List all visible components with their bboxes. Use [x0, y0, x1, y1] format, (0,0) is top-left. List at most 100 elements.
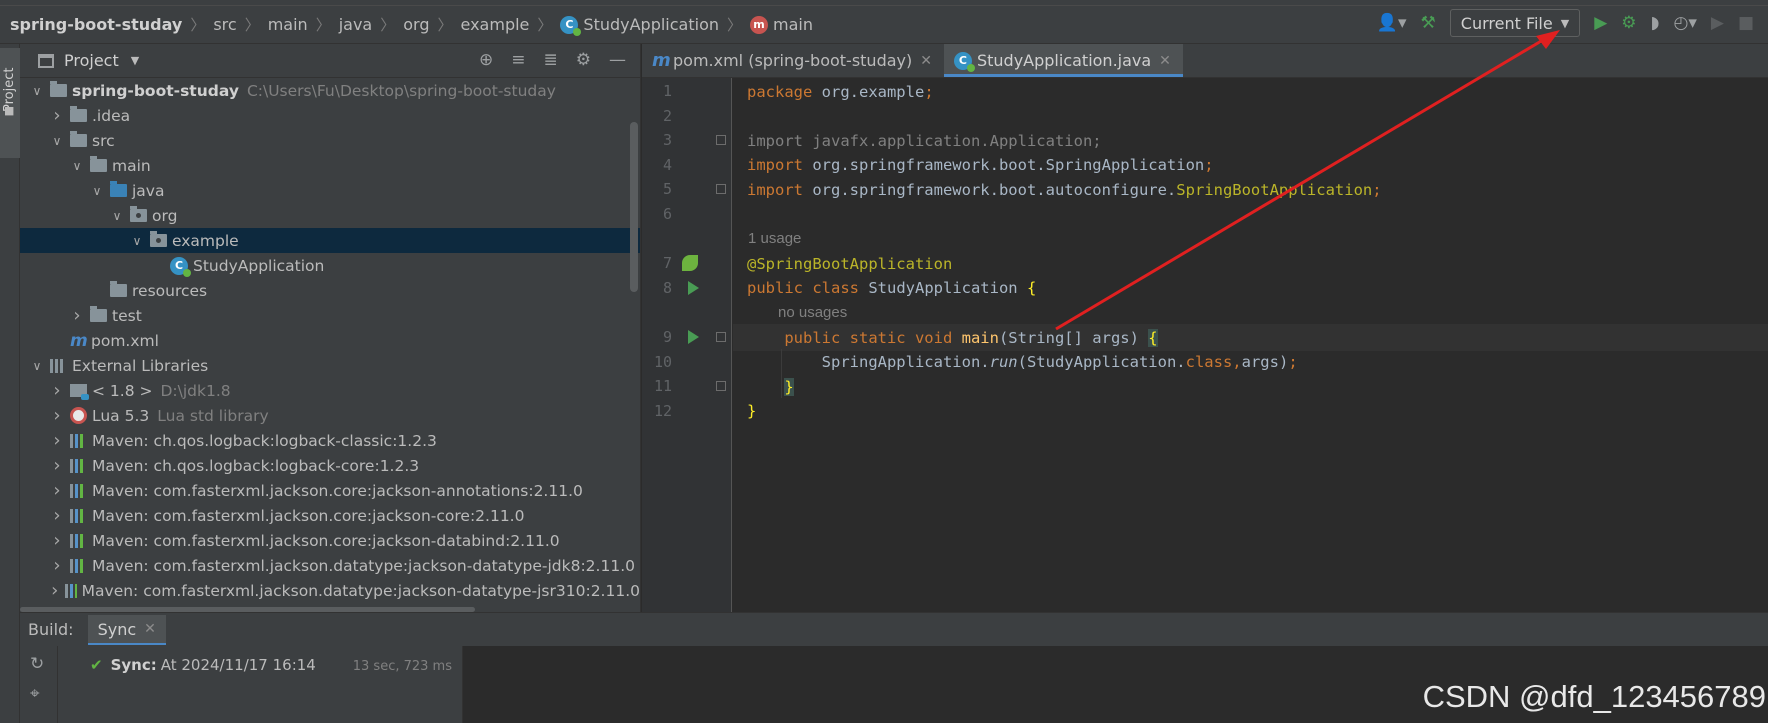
tree-item[interactable]: › Maven: ch.qos.logback:logback-core:1.2.…	[20, 453, 640, 478]
close-icon[interactable]: ✕	[1159, 53, 1171, 69]
stop-icon[interactable]: ■	[1738, 13, 1754, 33]
run-gutter-icon[interactable]	[688, 280, 699, 295]
chevron-right-icon[interactable]: ›	[50, 505, 64, 526]
breadcrumb-item[interactable]: java	[339, 15, 373, 34]
tree-item[interactable]: C StudyApplication	[20, 253, 640, 278]
chevron-down-icon[interactable]: ∨	[50, 134, 64, 148]
code-line[interactable]: SpringApplication. run (StudyApplication. c…	[747, 349, 1298, 376]
editor-tab[interactable]: m pom.xml (spring-boot-studay) ✕	[642, 44, 944, 77]
settings-icon[interactable]: ⚙	[576, 50, 591, 70]
code-line[interactable]: import org.springframework.boot.autoconf…	[747, 176, 1382, 203]
project-panel-title[interactable]: Project	[64, 51, 119, 70]
breadcrumb-item[interactable]: spring-boot-studay	[10, 15, 182, 34]
chevron-down-icon[interactable]: ∨	[130, 234, 144, 248]
chevron-right-icon[interactable]: ›	[50, 555, 64, 576]
expand-all-icon[interactable]: ≡	[511, 50, 525, 70]
fold-marker-icon[interactable]	[716, 332, 726, 342]
tree-item[interactable]: resources	[20, 278, 640, 303]
code-line[interactable]: import javafx.application.Application;	[747, 127, 1102, 154]
tree-item[interactable]: ∨ main	[20, 153, 640, 178]
library-icon	[50, 358, 67, 373]
chevron-down-icon[interactable]: ∨	[90, 184, 104, 198]
project-stripe-tab[interactable]: Project	[0, 48, 20, 158]
debug-icon[interactable]: ⚙	[1621, 13, 1636, 33]
chevron-right-icon[interactable]: ›	[50, 105, 64, 126]
code-line[interactable]: public class StudyApplication {	[747, 275, 1036, 302]
chevron-right-icon[interactable]: ›	[50, 455, 64, 476]
chevron-right-icon[interactable]: ›	[50, 480, 64, 501]
locate-icon[interactable]: ⊕	[479, 50, 493, 70]
breadcrumb-item[interactable]: org	[403, 15, 429, 34]
code-line[interactable]: import org.springframework.boot.SpringAp…	[747, 152, 1214, 179]
collapse-all-icon[interactable]: ≣	[544, 50, 558, 70]
close-icon[interactable]: ✕	[920, 53, 932, 69]
code-line[interactable]: package org.example;	[747, 78, 934, 105]
chevron-right-icon[interactable]: ›	[50, 380, 64, 401]
fold-marker-icon[interactable]	[716, 135, 726, 146]
run-icon[interactable]: ▶	[1594, 13, 1607, 33]
tree-item[interactable]: m pom.xml	[20, 328, 640, 353]
run-gutter-icon[interactable]	[688, 330, 699, 344]
tree-item[interactable]: ∨ example	[20, 228, 640, 253]
build-hammer-icon[interactable]: ⚒	[1421, 13, 1436, 33]
chevron-right-icon[interactable]: ›	[50, 405, 64, 426]
close-icon[interactable]: ✕	[144, 621, 156, 637]
code-line[interactable]: @SpringBootApplication	[747, 250, 952, 277]
tree-item[interactable]: › Lua 5.3 Lua std library	[20, 403, 640, 428]
tree-item[interactable]: › Maven: com.fasterxml.jackson.datatype:j…	[20, 553, 640, 578]
pin-icon[interactable]: ⌖	[30, 684, 40, 704]
chevron-down-icon[interactable]: ∨	[30, 84, 44, 98]
breadcrumb-item[interactable]: main	[268, 15, 308, 34]
chevron-right-icon[interactable]: ›	[50, 580, 59, 601]
maven-library-icon	[70, 483, 87, 498]
code-line[interactable]: }	[747, 373, 794, 400]
chevron-right-icon[interactable]: ›	[70, 305, 84, 326]
user-icon[interactable]: 👤▾	[1377, 13, 1407, 33]
tree-item[interactable]: ∨ java	[20, 178, 640, 203]
tree-item[interactable]: ∨ External Libraries	[20, 353, 640, 378]
hide-icon[interactable]: —	[609, 50, 626, 70]
tree-item[interactable]: › < 1.8 > D:\jdk1.8	[20, 378, 640, 403]
breadcrumb-item[interactable]: example	[461, 15, 530, 34]
refresh-icon[interactable]: ↻	[30, 654, 44, 674]
tree-item[interactable]: › test	[20, 303, 640, 328]
tree-item[interactable]: › Maven: ch.qos.logback:logback-classic:1…	[20, 428, 640, 453]
chevron-down-icon[interactable]: ▼	[131, 54, 139, 67]
breadcrumb-item[interactable]: C StudyApplication	[560, 15, 719, 36]
tree-item-path: Lua std library	[157, 406, 269, 425]
sync-result-row[interactable]: ✔ Sync: At 2024/11/17 16:14	[90, 656, 316, 674]
coverage-icon[interactable]: ◗	[1651, 13, 1660, 33]
fold-marker-icon[interactable]	[716, 381, 726, 392]
tree-item[interactable]: › Maven: com.fasterxml.jackson.core:jacks…	[20, 503, 640, 528]
build-toolbar: ↻ ⌖	[20, 646, 58, 723]
code-line[interactable]: }	[747, 398, 756, 425]
code-token: package	[747, 82, 822, 101]
tree-item[interactable]: ∨ src	[20, 128, 640, 153]
editor-tab[interactable]: C StudyApplication.java ✕	[943, 44, 1183, 77]
tree-item[interactable]: › Maven: com.fasterxml.jackson.core:jacks…	[20, 528, 640, 553]
tree-item[interactable]: › Maven: com.fasterxml.jackson.datatype:j…	[20, 578, 640, 603]
fold-marker-icon[interactable]	[716, 184, 726, 195]
usage-hint[interactable]: 1 usage	[748, 227, 801, 251]
tree-item[interactable]: › Maven: com.fasterxml.jackson.core:jacks…	[20, 478, 640, 503]
chevron-right-icon[interactable]: ›	[50, 430, 64, 451]
chevron-down-icon[interactable]: ∨	[30, 359, 44, 373]
tree-item[interactable]: ∨ spring-boot-studay C:\Users\Fu\Desktop\s…	[20, 78, 640, 103]
usage-hint[interactable]: no usages	[778, 300, 847, 324]
resources-folder-icon	[110, 281, 127, 297]
profile-icon[interactable]: ◴▾	[1673, 13, 1696, 33]
spring-bean-icon[interactable]	[682, 255, 698, 272]
breadcrumb-item[interactable]: src	[213, 15, 236, 34]
run-configuration-dropdown[interactable]: Current File ▼	[1449, 9, 1581, 37]
tree-item[interactable]: ∨ org	[20, 203, 640, 228]
project-vertical-scrollbar[interactable]	[630, 122, 638, 292]
code-editor[interactable]: package org.example; import javafx.applic…	[733, 78, 1768, 612]
chevron-down-icon[interactable]: ∨	[70, 159, 84, 173]
rerun-icon[interactable]: ▶	[1711, 13, 1724, 33]
tree-item[interactable]: › .idea	[20, 103, 640, 128]
breadcrumb-item[interactable]: m main	[750, 15, 813, 34]
chevron-down-icon[interactable]: ∨	[110, 209, 124, 223]
sync-tab[interactable]: Sync ✕	[87, 615, 167, 645]
code-line[interactable]: public static void main (String[] args) {	[747, 324, 1158, 351]
chevron-right-icon[interactable]: ›	[50, 530, 64, 551]
